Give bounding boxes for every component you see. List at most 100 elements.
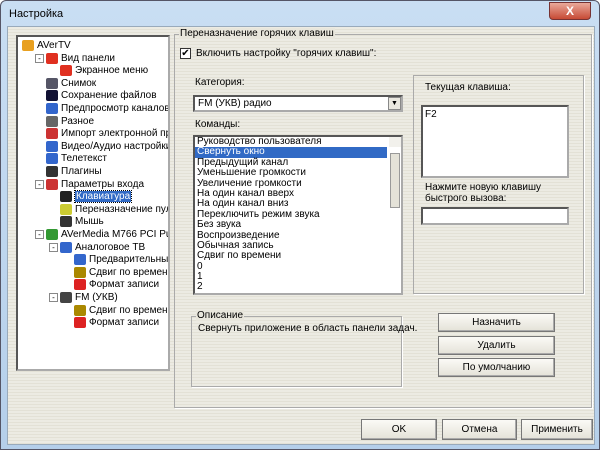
tree-node-icon: [46, 90, 58, 102]
tree-item[interactable]: AVerTV: [22, 39, 71, 52]
tree-item[interactable]: Вид панели: [46, 52, 115, 65]
tree-item-label: FM (УКВ): [75, 292, 118, 303]
command-item[interactable]: 2: [195, 282, 401, 293]
tree-node-icon: [46, 115, 58, 127]
tree-item-label: Мышь: [75, 216, 104, 228]
tree-item-label: Сдвиг по времени: [89, 266, 170, 278]
tree-item-label: Формат записи: [89, 317, 160, 329]
tree-node-icon: [60, 292, 72, 303]
collapse-icon[interactable]: -: [49, 293, 58, 302]
checkbox-icon[interactable]: ✔: [180, 48, 191, 59]
tree-node-icon: [46, 166, 58, 177]
chevron-down-icon[interactable]: ▼: [388, 97, 401, 110]
default-button[interactable]: По умолчанию: [438, 358, 555, 377]
tree-item-label: Клавиатура: [73, 190, 133, 204]
tree-item[interactable]: Переназначение пульт: [60, 203, 168, 216]
tree-item-label: Переназначение пульт: [75, 203, 168, 215]
tree-item-label: Снимок: [61, 77, 97, 89]
scrollbar[interactable]: [389, 137, 401, 208]
commands-list[interactable]: Руководство пользователя Свернуть окно Пре…: [193, 135, 403, 295]
command-item[interactable]: Сдвиг по времени: [195, 250, 401, 261]
tree-node-icon: [46, 77, 58, 89]
tree-item[interactable]: Импорт электронной прог: [46, 127, 168, 140]
dialog-body: AVerTV Вид панели - Экранное меню Снимок Сохр…: [7, 26, 595, 445]
tree-item[interactable]: Сдвиг по времени: [74, 266, 170, 279]
tree-item[interactable]: Формат записи: [74, 316, 159, 329]
collapse-icon[interactable]: -: [35, 53, 44, 63]
tree-item-label: Аналоговое ТВ: [75, 241, 146, 253]
tree-node-icon: [60, 191, 72, 203]
assign-button[interactable]: Назначить: [438, 313, 555, 332]
tree-node-icon: [74, 254, 86, 266]
tree-node-icon: [46, 52, 58, 64]
tree-item[interactable]: AVerMedia M766 PCI Pure A: [46, 228, 168, 241]
tree-node-icon: [74, 266, 86, 278]
tree-node-icon: [22, 40, 34, 51]
tree-item[interactable]: Сдвиг по времени: [74, 304, 170, 317]
tree-item[interactable]: Клавиатура: [60, 190, 133, 204]
tree-item-label: Вид панели: [61, 52, 116, 64]
settings-window: Настройка X AVerTV Вид панели - Экранное ме…: [0, 0, 600, 450]
cancel-button[interactable]: Отмена: [442, 419, 517, 440]
tree-item[interactable]: FM (УКВ): [60, 291, 118, 304]
category-value: FM (УКВ) радио: [198, 98, 272, 109]
collapse-icon[interactable]: -: [49, 242, 58, 252]
window-title: Настройка: [9, 8, 64, 20]
delete-button[interactable]: Удалить: [438, 336, 555, 355]
tree-item[interactable]: Сохранение файлов: [46, 89, 157, 102]
tree-item[interactable]: Аналоговое ТВ: [60, 241, 145, 254]
current-key-value: F2: [425, 109, 437, 120]
tree-item-label: AVerMedia M766 PCI Pure A: [61, 229, 168, 240]
category-select[interactable]: FM (УКВ) радио ▼: [193, 95, 403, 112]
tree-item[interactable]: Формат записи: [74, 278, 159, 291]
tree-node-icon: [74, 279, 86, 291]
command-item[interactable]: 0: [195, 261, 401, 272]
hotkeys-group-title: Переназначение горячих клавиш: [179, 28, 335, 39]
category-label: Категория:: [195, 77, 245, 88]
command-item[interactable]: Уменьшение громкости: [195, 167, 401, 178]
tree-item-label: Предварительный: [89, 254, 170, 266]
tree-node-icon: [60, 203, 72, 215]
close-button[interactable]: X: [549, 2, 591, 20]
description-title: Описание: [196, 310, 245, 321]
tree-node-icon: [60, 216, 72, 228]
tree-item[interactable]: Телетекст: [46, 152, 107, 165]
ok-button[interactable]: OK: [361, 419, 437, 440]
commands-label: Команды:: [195, 119, 241, 130]
tree-item-label: Сдвиг по времени: [89, 304, 170, 316]
tree-node-icon: [60, 241, 72, 253]
tree-item-label: Экранное меню: [75, 65, 149, 77]
command-item[interactable]: Без звука: [195, 219, 401, 230]
tree-item-label: Плагины: [61, 166, 102, 177]
apply-button[interactable]: Применить: [521, 419, 593, 440]
tree-node-icon: [60, 65, 72, 77]
command-item[interactable]: 1: [195, 271, 401, 282]
tree-item[interactable]: Предварительный: [74, 253, 170, 266]
tree-node-icon: [46, 128, 58, 140]
description-text: Свернуть приложение в область панели зад…: [198, 323, 418, 334]
tree-item[interactable]: Параметры входа: [46, 178, 144, 191]
tree-item-label: Телетекст: [61, 153, 107, 165]
tree-item[interactable]: Плагины: [46, 165, 102, 178]
tree-item-label: Параметры входа: [61, 178, 145, 190]
tree-item[interactable]: Разное: [46, 115, 94, 128]
tree-item-label: Разное: [61, 115, 95, 127]
tree-item[interactable]: Предпросмотр каналов: [46, 102, 168, 115]
enable-hotkeys-checkbox[interactable]: ✔ Включить настройку "горячих клавиш":: [180, 48, 376, 59]
tree-item[interactable]: Снимок: [46, 77, 96, 90]
tree-node-icon: [46, 103, 58, 114]
tree-node-icon: [74, 304, 86, 316]
tree-node-icon: [74, 317, 86, 329]
tree-node-icon: [46, 153, 58, 165]
collapse-icon[interactable]: -: [35, 179, 44, 189]
tree-item[interactable]: Мышь: [60, 215, 104, 228]
settings-tree[interactable]: AVerTV Вид панели - Экранное меню Снимок Сохр…: [16, 35, 170, 371]
tree-node-icon: [46, 229, 58, 240]
current-key-label: Текущая клавиша:: [425, 82, 511, 93]
tree-item-label: Формат записи: [89, 279, 160, 291]
collapse-icon[interactable]: -: [35, 230, 44, 239]
new-key-input[interactable]: [421, 207, 569, 225]
tree-item[interactable]: Видео/Аудио настройки: [46, 140, 170, 153]
tree-item[interactable]: Экранное меню: [60, 64, 148, 77]
tree-item-label: Видео/Аудио настройки: [61, 140, 170, 152]
